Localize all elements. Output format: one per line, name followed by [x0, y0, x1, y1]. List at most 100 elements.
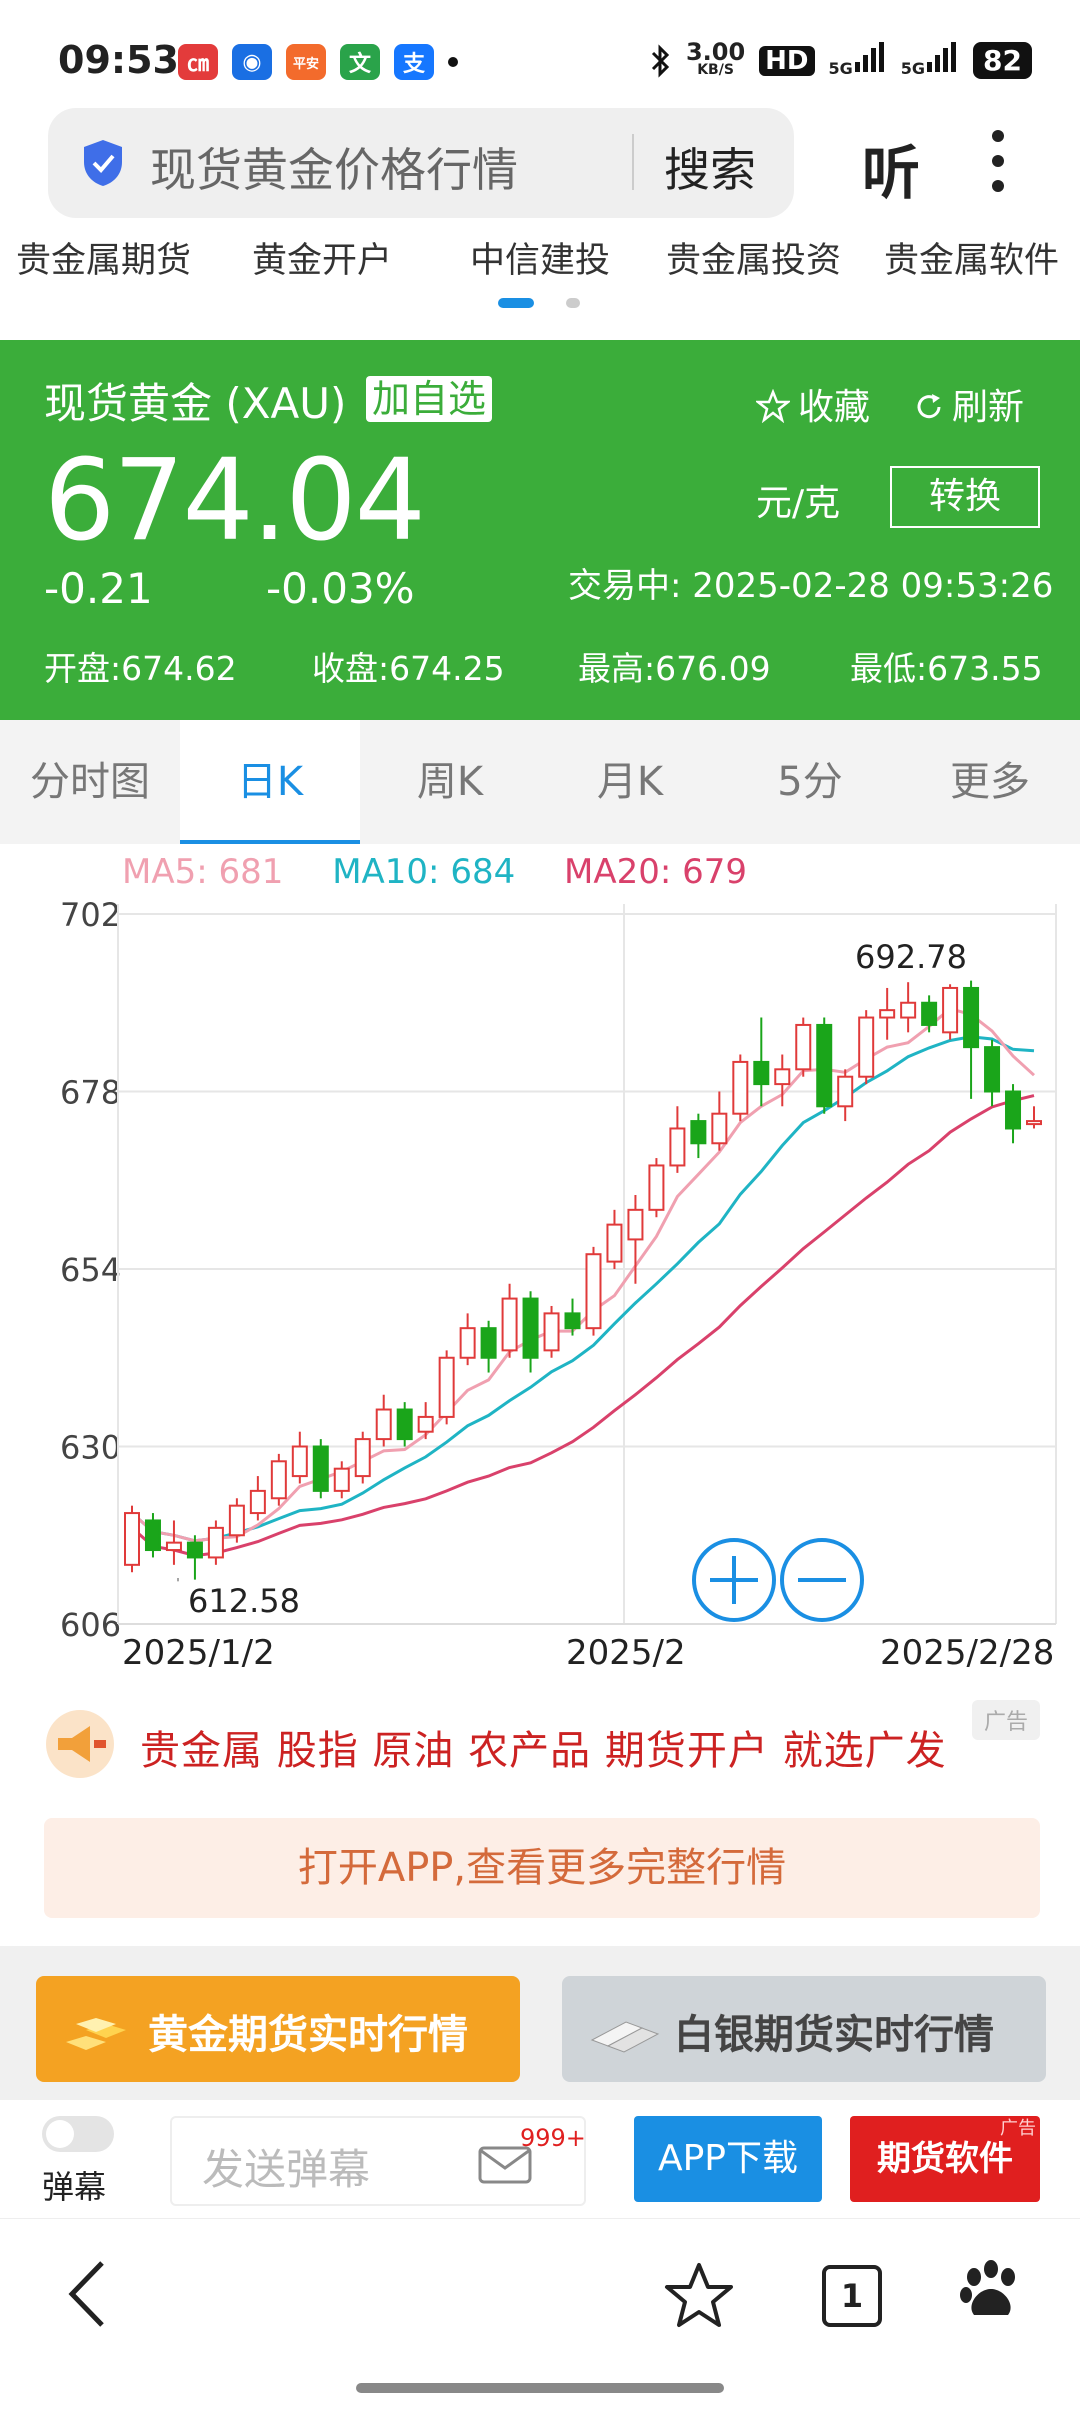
- top-nav-item[interactable]: 贵金属投资: [666, 232, 841, 283]
- candle-body: [312, 1445, 329, 1492]
- candle-body: [144, 1519, 161, 1552]
- gold-futures-button[interactable]: 黄金期货实时行情: [36, 1976, 520, 2082]
- x-tick-label: 2025/2: [566, 1633, 686, 1673]
- y-tick-label: 630: [60, 1429, 121, 1467]
- silver-futures-button[interactable]: 白银期货实时行情: [562, 1976, 1046, 2082]
- instrument-name: 现货黄金 (XAU): [44, 379, 347, 428]
- candle-body: [1026, 1120, 1042, 1126]
- ma5-line: [131, 1007, 1036, 1543]
- home-indicator: [356, 2383, 724, 2393]
- hd-badge: HD: [759, 45, 815, 76]
- candle-body: [984, 1046, 1001, 1093]
- candle-body: [438, 1356, 455, 1418]
- chart-period-tabs: 分时图 日K 周K 月K 5分 更多: [0, 720, 1080, 844]
- app-icon-4: 文: [340, 44, 380, 80]
- bottom-toolbar: 弹幕 发送弹幕 999+ APP下载 期货软件 广告: [0, 2100, 1080, 2218]
- candle-body: [732, 1060, 749, 1115]
- more-notifications-dot: [448, 57, 458, 67]
- x-tick-label: 2025/1/2: [122, 1633, 275, 1673]
- trading-status: 交易中: 2025-02-28 09:53:26: [568, 566, 1054, 606]
- zoom-out-button[interactable]: [780, 1538, 864, 1622]
- listen-button[interactable]: 听: [862, 126, 920, 210]
- signal-bars-icon: [854, 42, 884, 72]
- refresh-button[interactable]: 刷新: [914, 378, 1024, 430]
- ma10-line: [131, 1035, 1035, 1543]
- quote-panel: 现货黄金 (XAU) 加自选 收藏 刷新 674.04 元/克 转换 -0.21…: [0, 340, 1080, 720]
- candle-body: [375, 1408, 392, 1441]
- app-download-button[interactable]: APP下载: [634, 2116, 822, 2202]
- convert-button[interactable]: 转换: [890, 466, 1040, 528]
- open-price: 开盘:674.62: [44, 649, 237, 688]
- candle-body: [249, 1489, 266, 1515]
- candlestick-chart[interactable]: 702 678 654 630 606 692.78 612.58 2025/1/2 2025/…: [0, 844, 1080, 1684]
- favorite-button[interactable]: 收藏: [754, 378, 870, 430]
- candle-body: [669, 1127, 686, 1167]
- candle-body: [627, 1208, 644, 1241]
- danmu-label: 弹幕: [42, 2168, 107, 2206]
- x-tick-label: 2025/2/28: [880, 1633, 1054, 1673]
- top-nav: 贵金属期货 黄金开户 中信建投 贵金属投资 贵金属软件: [0, 232, 1080, 292]
- candle-body: [270, 1460, 287, 1500]
- tab-4[interactable]: 月K: [540, 720, 720, 844]
- open-app-button[interactable]: 打开APP,查看更多完整行情: [44, 1818, 1040, 1918]
- status-bar: 09:53 ㎝ ◉ 平安文支 3.00 KB/S HD 5G 5G 82: [0, 0, 1080, 110]
- price-change: -0.21: [44, 564, 153, 613]
- megaphone-icon: [46, 1710, 114, 1778]
- candle-body: [879, 1009, 896, 1019]
- search-divider: [632, 134, 634, 190]
- quick-buttons-row: 黄金期货实时行情 白银期货实时行情: [0, 1946, 1080, 2100]
- app-icon-2: ◉: [232, 44, 272, 80]
- zoom-in-button[interactable]: [692, 1538, 776, 1622]
- danmu-input[interactable]: 发送弹幕 999+: [170, 2116, 586, 2206]
- top-nav-item[interactable]: 黄金开户: [252, 232, 392, 283]
- signal-5g-2: 5G: [901, 40, 959, 81]
- danmu-toggle[interactable]: [42, 2116, 114, 2152]
- add-watchlist-button[interactable]: 加自选: [366, 376, 493, 422]
- signal-bars-icon: [927, 42, 957, 72]
- tab-6[interactable]: 更多: [900, 720, 1080, 844]
- futures-software-button[interactable]: 期货软件 广告: [850, 2116, 1040, 2202]
- ad-banner[interactable]: 贵金属 股指 原油 农产品 期货开户 就选广发 广告: [44, 1700, 1040, 1790]
- candle-body: [501, 1297, 518, 1352]
- high-price: 最高:676.09: [578, 649, 771, 688]
- status-time: 09:53: [58, 38, 179, 82]
- search-input[interactable]: 现货黄金价格行情: [150, 134, 518, 200]
- candle-body: [333, 1467, 350, 1492]
- tabs-count-button[interactable]: 1: [822, 2265, 882, 2327]
- candle-body: [165, 1541, 182, 1552]
- back-arrow-icon[interactable]: [64, 2259, 110, 2329]
- top-nav-item[interactable]: 贵金属期货: [16, 232, 191, 283]
- gold-bars-icon: [66, 2018, 126, 2050]
- candle-body: [354, 1438, 371, 1478]
- search-bar[interactable]: 现货黄金价格行情 搜索: [48, 108, 794, 218]
- star-outline-icon: [754, 388, 792, 424]
- message-badge: 999+: [520, 2124, 586, 2152]
- baidu-paw-icon[interactable]: [956, 2257, 1026, 2327]
- app-icon-3: 平安: [286, 44, 326, 80]
- signal-5g-1: 5G: [829, 40, 887, 81]
- candle-body: [921, 1001, 938, 1026]
- gold-futures-label: 黄金期货实时行情: [148, 2012, 468, 2058]
- star-icon[interactable]: [664, 2261, 734, 2331]
- tab-1[interactable]: 分时图: [0, 720, 180, 844]
- top-nav-item[interactable]: 贵金属软件: [884, 232, 1059, 283]
- candle-body: [480, 1327, 497, 1359]
- candle-body: [711, 1112, 728, 1145]
- more-menu-icon[interactable]: [992, 130, 1006, 192]
- candle-body: [186, 1541, 203, 1559]
- tab-3[interactable]: 周K: [360, 720, 540, 844]
- candle-body: [648, 1164, 665, 1211]
- candle-body: [774, 1068, 791, 1086]
- search-button[interactable]: 搜索: [664, 134, 756, 200]
- bluetooth-icon: [651, 43, 670, 78]
- top-nav-item[interactable]: 中信建投: [470, 232, 610, 283]
- candle-body: [690, 1120, 707, 1145]
- tab-5[interactable]: 5分: [720, 720, 900, 844]
- ad-tag: 广告: [971, 1700, 1040, 1740]
- candle-body: [543, 1312, 560, 1352]
- network-speed: 3.00 KB/S: [685, 37, 746, 78]
- tab-2[interactable]: 日K: [180, 720, 360, 844]
- battery-indicator: 82: [973, 42, 1032, 79]
- candle-body: [522, 1297, 539, 1359]
- ad-banner-text: 贵金属 股指 原油 农产品 期货开户 就选广发: [140, 1728, 947, 1774]
